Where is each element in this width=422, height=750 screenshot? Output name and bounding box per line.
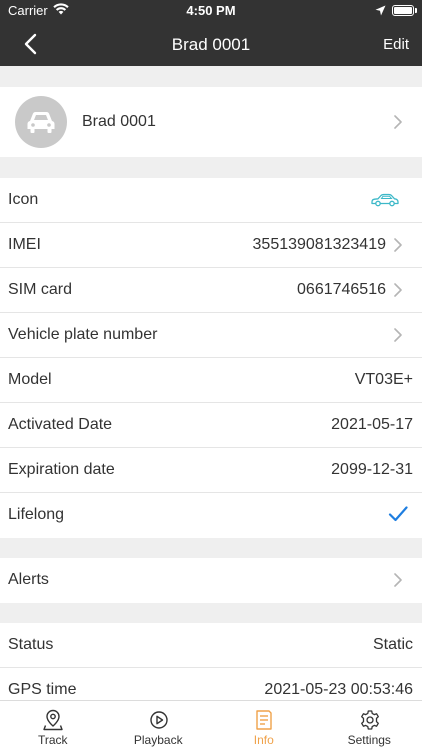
row-alerts[interactable]: Alerts [0,558,422,603]
tab-label: Track [37,733,68,747]
avatar [15,96,67,148]
section-gap [0,603,422,623]
row-sim-card[interactable]: SIM card 0661746516 [0,268,422,313]
row-label: Activated Date [8,416,113,433]
section-gap [0,66,422,87]
expiration-date-value: 2099-12-31 [331,461,413,478]
edit-button[interactable]: Edit [383,36,409,53]
gps-time-value: 2021-05-23 00:53:46 [264,681,413,698]
imei-value: 355139081323419 [252,236,386,253]
tab-label: Settings [347,733,391,747]
row-lifelong[interactable]: Lifelong [0,493,422,538]
chevron-right-icon [394,283,402,297]
chevron-right-icon [394,238,402,252]
model-value: VT03E+ [354,371,413,388]
checkmark-icon [388,505,408,528]
vehicle-icon [370,192,400,213]
tab-label: Playback [133,733,183,747]
row-model: Model VT03E+ [0,358,422,403]
play-circle-icon [149,711,168,729]
device-name: Brad 0001 [82,113,156,130]
row-label: GPS time [8,681,77,698]
tab-playback[interactable]: Playback [106,701,212,750]
row-label: Expiration date [8,461,115,478]
car-icon [27,112,55,133]
row-label: Icon [8,191,39,208]
row-vehicle-plate-number[interactable]: Vehicle plate number [0,313,422,358]
row-icon[interactable]: Icon [0,178,422,223]
row-status: Status Static [0,623,422,668]
row-label: SIM card [8,281,73,298]
sim-card-value: 0661746516 [297,281,386,298]
tab-label: Info [253,733,274,747]
section-gap [0,538,422,558]
row-label: Lifelong [8,506,65,523]
chevron-right-icon [394,115,402,129]
row-activated-date: Activated Date 2021-05-17 [0,403,422,448]
tab-bar: Track Playback Info Settings [0,700,422,750]
status-value: Static [372,636,413,653]
battery-icon [392,5,414,16]
row-imei[interactable]: IMEI 355139081323419 [0,223,422,268]
gear-icon [360,710,379,730]
row-label: Vehicle plate number [8,326,158,343]
section-gap [0,157,422,178]
chevron-right-icon [394,573,402,587]
tab-info[interactable]: Info [211,701,317,750]
tab-settings[interactable]: Settings [317,701,422,750]
clock: 4:50 PM [186,3,236,18]
document-icon [256,710,272,730]
row-label: IMEI [8,236,41,253]
battery-tip [415,8,417,13]
location-pin-icon [43,709,63,731]
page-title: Brad 0001 [171,35,251,54]
row-label: Status [8,636,54,653]
row-label: Model [8,371,52,388]
location-arrow-icon [375,4,386,19]
row-label: Alerts [8,571,49,588]
status-bar: Carrier 4:50 PM [0,0,422,22]
row-expiration-date: Expiration date 2099-12-31 [0,448,422,493]
chevron-right-icon [394,328,402,342]
tab-track[interactable]: Track [0,701,106,750]
navigation-bar: Brad 0001 Edit [0,22,422,66]
device-profile-row[interactable]: Brad 0001 [0,87,422,157]
activated-date-value: 2021-05-17 [331,416,413,433]
